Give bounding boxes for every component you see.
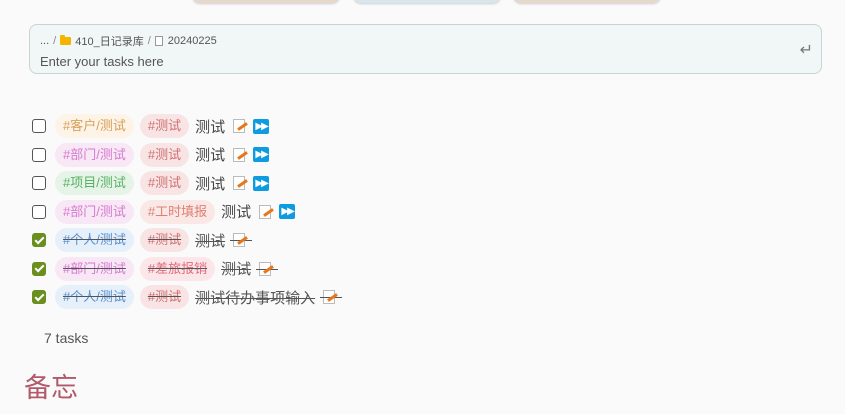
enter-icon[interactable]: ↵ — [800, 40, 813, 60]
task-input[interactable] — [40, 52, 780, 70]
task-tag[interactable]: #差旅报销 — [139, 256, 216, 281]
task-text: 测试 — [221, 261, 252, 279]
task-text: 测试待办事项输入 — [195, 289, 316, 307]
task-tag[interactable]: #测试 — [139, 142, 190, 167]
section-heading: 备忘 — [24, 373, 78, 403]
task-row: #部门/测试 #差旅报销 测试 — [32, 255, 343, 284]
task-tag[interactable]: #部门/测试 — [55, 256, 134, 281]
task-row: #部门/测试 #测试 测试 ▶▶ — [32, 141, 343, 170]
breadcrumb: ... / 410_日记录库 / 20240225 — [40, 33, 217, 49]
edit-task-icon[interactable] — [256, 261, 279, 276]
top-button-bar — [0, 0, 845, 4]
breadcrumb-separator: / — [53, 35, 57, 47]
breadcrumb-ellipsis[interactable]: ... — [40, 35, 49, 47]
task-row: #客户/测试 #测试 测试 ▶▶ — [32, 112, 343, 141]
task-row: #个人/测试 #测试 测试 — [32, 226, 343, 255]
edit-task-icon[interactable] — [233, 147, 246, 162]
edit-task-icon[interactable] — [233, 119, 246, 134]
breadcrumb-separator: / — [147, 35, 151, 47]
fast-forward-icon[interactable]: ▶▶ — [253, 147, 270, 163]
top-button-right[interactable] — [513, 0, 661, 3]
task-checkbox[interactable] — [32, 204, 46, 219]
task-tag[interactable]: #工时填报 — [139, 199, 216, 224]
task-text: 测试 — [221, 204, 252, 222]
breadcrumb-folder[interactable]: 410_日记录库 — [75, 33, 143, 49]
task-tag[interactable]: #测试 — [139, 171, 190, 196]
task-tag[interactable]: #个人/测试 — [55, 228, 134, 253]
edit-task-icon[interactable] — [230, 233, 253, 248]
task-tag[interactable]: #测试 — [139, 228, 190, 253]
task-checkbox[interactable] — [32, 233, 46, 248]
task-list: #客户/测试 #测试 测试 ▶▶ #部门/测试 #测试 测试 ▶▶ #项目/测试 #测试 测试 ▶▶ #… — [32, 112, 343, 312]
top-button-middle[interactable] — [353, 0, 501, 3]
top-button-left[interactable] — [192, 0, 340, 3]
task-tag[interactable]: #项目/测试 — [55, 171, 134, 196]
fast-forward-icon[interactable]: ▶▶ — [253, 118, 270, 134]
task-checkbox[interactable] — [32, 147, 46, 162]
task-row: #项目/测试 #测试 测试 ▶▶ — [32, 169, 343, 198]
edit-task-icon[interactable] — [233, 176, 246, 191]
task-tag[interactable]: #个人/测试 — [55, 285, 134, 310]
task-checkbox[interactable] — [32, 176, 46, 191]
task-text: 测试 — [195, 118, 226, 136]
task-tag[interactable]: #客户/测试 — [55, 114, 134, 139]
edit-task-icon[interactable] — [259, 204, 272, 219]
task-text: 测试 — [195, 175, 226, 193]
file-icon — [154, 36, 163, 46]
task-text: 测试 — [195, 232, 226, 250]
task-tag[interactable]: #测试 — [139, 114, 190, 139]
breadcrumb-file[interactable]: 20240225 — [168, 35, 217, 47]
edit-task-icon[interactable] — [320, 290, 343, 305]
task-input-box: ... / 410_日记录库 / 20240225 ↵ — [29, 24, 822, 74]
task-checkbox[interactable] — [32, 119, 46, 134]
task-text: 测试 — [195, 147, 226, 165]
folder-icon — [60, 35, 72, 45]
task-checkbox[interactable] — [32, 261, 46, 276]
task-row: #个人/测试 #测试 测试待办事项输入 — [32, 283, 343, 312]
task-checkbox[interactable] — [32, 290, 46, 305]
fast-forward-icon[interactable]: ▶▶ — [253, 175, 270, 191]
task-tag[interactable]: #测试 — [139, 285, 190, 310]
task-count: 7 tasks — [44, 330, 89, 346]
task-row: #部门/测试 #工时填报 测试 ▶▶ — [32, 198, 343, 227]
fast-forward-icon[interactable]: ▶▶ — [279, 204, 296, 220]
task-tag[interactable]: #部门/测试 — [55, 199, 134, 224]
task-tag[interactable]: #部门/测试 — [55, 142, 134, 167]
